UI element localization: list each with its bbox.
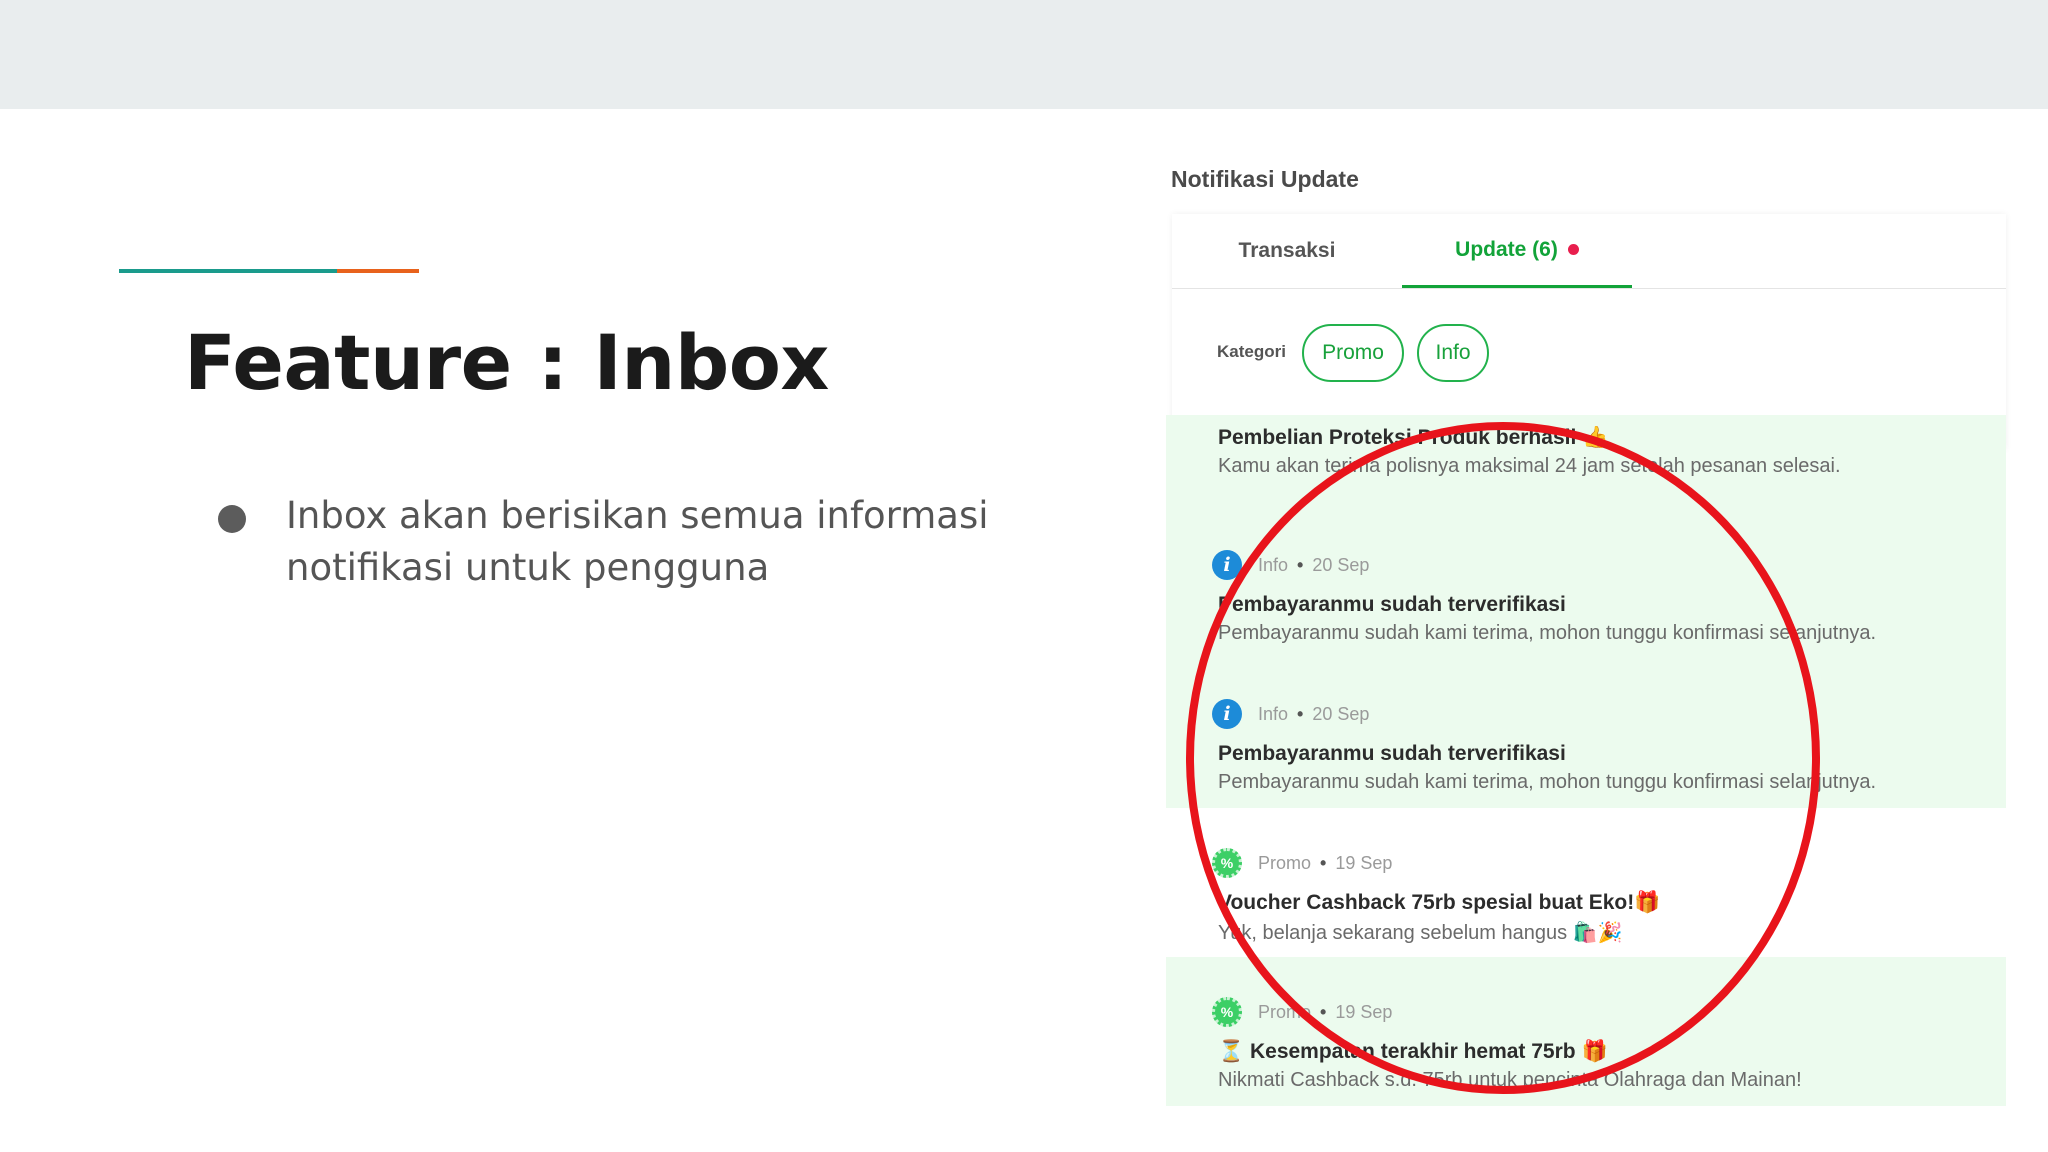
slide-top-band — [0, 0, 2048, 109]
tabs-divider — [1172, 288, 2006, 289]
highlight-circle — [1186, 422, 1820, 1094]
bullet-text: Inbox akan berisikan semua informasi not… — [286, 494, 989, 589]
accent-teal-segment — [119, 269, 337, 273]
promo-badge-icon: % — [1212, 997, 1242, 1027]
title-accent-line — [119, 269, 419, 273]
tab-update-label: Update (6) — [1455, 237, 1558, 261]
tab-transaksi-label: Transaksi — [1238, 239, 1336, 262]
chip-promo[interactable]: Promo — [1302, 324, 1404, 382]
screen-title: Notifikasi Update — [1171, 166, 1359, 192]
category-label: Kategori — [1217, 342, 1286, 361]
accent-orange-segment — [337, 269, 419, 273]
unread-dot-icon — [1567, 244, 1579, 255]
chip-info[interactable]: Info — [1417, 324, 1489, 382]
bullet-dot-icon — [218, 505, 246, 533]
tab-transaksi[interactable]: Transaksi — [1172, 214, 1402, 288]
tab-update[interactable]: Update (6) — [1402, 214, 1632, 288]
slide-title: Feature : Inbox — [184, 318, 829, 407]
